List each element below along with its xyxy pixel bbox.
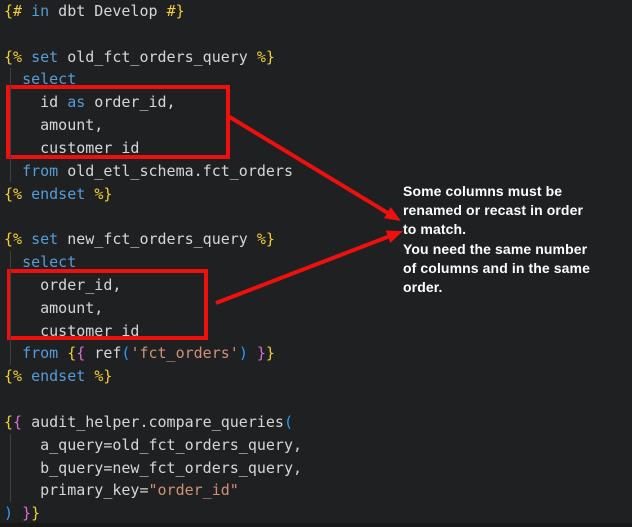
code-token: %} [94, 367, 112, 385]
code-token [22, 367, 31, 385]
code-token: select [22, 253, 76, 271]
code-token [22, 2, 31, 20]
code-line: amount, [4, 297, 302, 320]
code-token: order_id, [85, 93, 175, 111]
code-token [4, 344, 22, 362]
code-token [22, 230, 31, 248]
code-line: primary_key="order_id" [4, 479, 302, 502]
annotation-arrow-head [386, 231, 403, 243]
code-token: endset [31, 367, 85, 385]
code-token: audit_helper.compare_queries [22, 413, 284, 431]
code-token: customer_id [4, 139, 139, 157]
code-line: select [4, 251, 302, 274]
code-token [85, 367, 94, 385]
code-token: ) [239, 344, 248, 362]
code-token [13, 504, 22, 522]
code-token: { [4, 413, 13, 431]
code-token: b_query=new_fct_orders_query, [4, 459, 302, 477]
code-token: {% [4, 367, 22, 385]
code-line: a_query=old_fct_orders_query, [4, 434, 302, 457]
code-token: customer_id [4, 322, 139, 340]
code-line: select [4, 68, 302, 91]
code-token: ( [284, 413, 293, 431]
code-line: ) }} [4, 502, 302, 525]
code-line: customer_id [4, 137, 302, 160]
code-token: new_fct_orders_query [58, 230, 257, 248]
code-line: amount, [4, 114, 302, 137]
code-token: as [67, 93, 85, 111]
code-line: {{ audit_helper.compare_queries( [4, 411, 302, 434]
code-token: 'fct_orders' [130, 344, 238, 362]
code-line: {% set new_fct_orders_query %} [4, 228, 302, 251]
code-token: id [4, 93, 67, 111]
code-token: ref [85, 344, 121, 362]
annotation-arrow-head [384, 207, 401, 221]
annotation-line: You need the same number [403, 240, 625, 259]
code-line: {% endset %} [4, 365, 302, 388]
annotation-line: order. [403, 278, 625, 297]
code-token: {% [4, 185, 22, 203]
code-line: {% set old_fct_orders_query %} [4, 46, 302, 69]
code-token: %} [257, 48, 275, 66]
annotation-line: Some columns must be [403, 182, 625, 201]
code-line: b_query=new_fct_orders_query, [4, 457, 302, 480]
code-line: from old_etl_schema.fct_orders [4, 160, 302, 183]
code-line: {# in dbt Develop #} [4, 0, 302, 23]
code-editor[interactable]: {# in dbt Develop #} {% set old_fct_order… [4, 0, 302, 525]
code-line [4, 388, 302, 411]
code-token: } [31, 504, 40, 522]
code-token [4, 162, 22, 180]
code-token: select [22, 70, 76, 88]
annotation-line: renamed or recast in order [403, 201, 625, 220]
code-token: %} [257, 230, 275, 248]
code-token: {% [4, 230, 22, 248]
code-line: from {{ ref('fct_orders') }} [4, 342, 302, 365]
code-token: from [22, 162, 58, 180]
code-token: {# [4, 2, 22, 20]
code-token: } [266, 344, 275, 362]
code-token: from [22, 344, 58, 362]
code-token: order_id, [4, 276, 121, 294]
code-token [4, 70, 22, 88]
code-token: old_etl_schema.fct_orders [58, 162, 293, 180]
code-line: {% endset %} [4, 183, 302, 206]
annotation-note: Some columns must berenamed or recast in… [403, 182, 625, 297]
code-token [248, 344, 257, 362]
code-token: endset [31, 185, 85, 203]
code-token: amount, [4, 116, 103, 134]
annotation-line: of columns and in the same [403, 259, 625, 278]
code-token: { [76, 344, 85, 362]
code-token: set [31, 48, 58, 66]
code-token: "order_id" [149, 481, 239, 499]
code-token: a_query=old_fct_orders_query, [4, 436, 302, 454]
code-token [58, 344, 67, 362]
code-token [4, 253, 22, 271]
code-line: order_id, [4, 274, 302, 297]
code-token: old_fct_orders_query [58, 48, 257, 66]
code-token [22, 48, 31, 66]
code-token [22, 185, 31, 203]
code-token: dbt Develop [49, 2, 166, 20]
annotation-line: to match. [403, 220, 625, 239]
code-line [4, 205, 302, 228]
code-token: } [257, 344, 266, 362]
code-token: %} [94, 185, 112, 203]
code-line [4, 23, 302, 46]
code-token: #} [167, 2, 185, 20]
code-editor-screenshot: {# in dbt Develop #} {% set old_fct_order… [0, 0, 632, 527]
code-line: customer_id [4, 320, 302, 343]
code-token: amount, [4, 299, 103, 317]
code-token: ) [4, 504, 13, 522]
code-line: id as order_id, [4, 91, 302, 114]
code-token: } [22, 504, 31, 522]
scrollbar-track[interactable] [0, 523, 632, 527]
code-token: set [31, 230, 58, 248]
code-token: { [13, 413, 22, 431]
code-token: primary_key= [4, 481, 149, 499]
code-token: {% [4, 48, 22, 66]
code-token [85, 185, 94, 203]
code-token: { [67, 344, 76, 362]
code-token: in [31, 2, 49, 20]
